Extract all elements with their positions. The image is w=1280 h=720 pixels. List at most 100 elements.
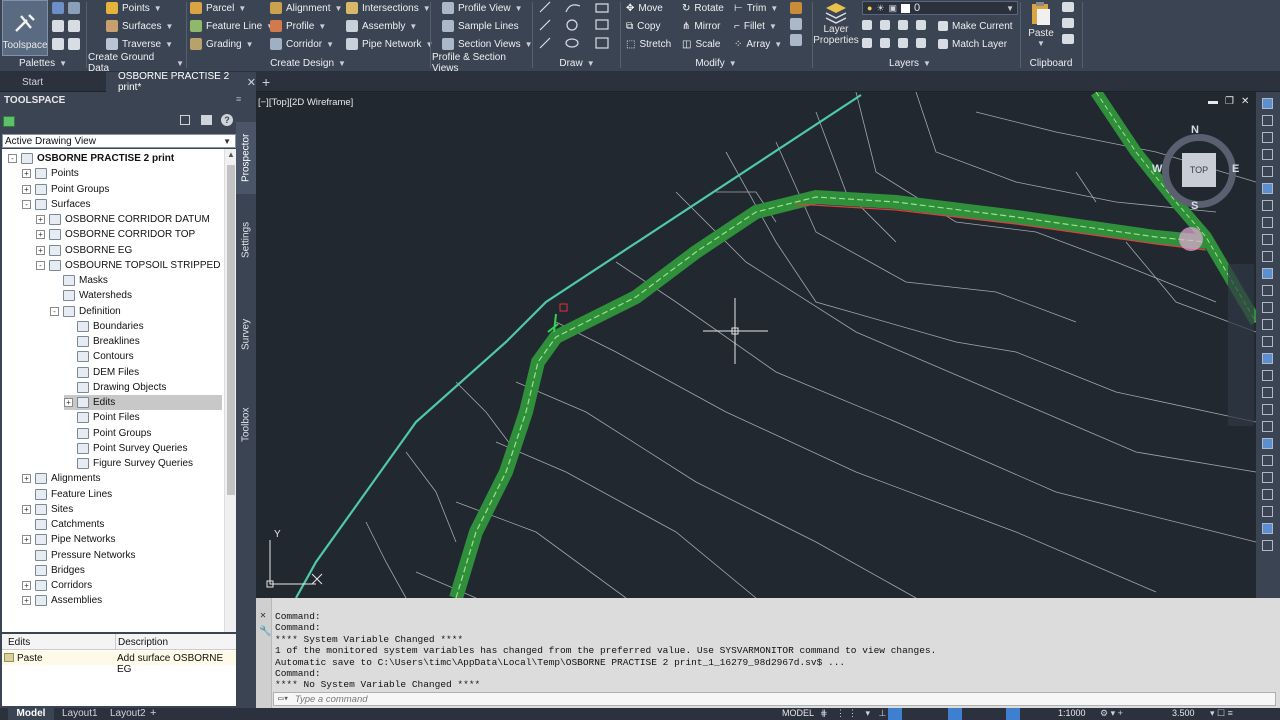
prospector-icon[interactable] xyxy=(3,116,15,127)
move-button[interactable]: ✥ Move xyxy=(626,0,663,16)
wrench-icon[interactable]: 🔧 xyxy=(259,626,271,638)
offset-icon[interactable] xyxy=(790,34,802,46)
tree-item[interactable]: Boundaries xyxy=(64,319,144,334)
navigation-bar[interactable] xyxy=(1228,264,1254,426)
tree-item[interactable]: + Alignments xyxy=(22,471,100,486)
layer-lock-icon[interactable] xyxy=(916,20,926,30)
column-header-description[interactable]: Description xyxy=(118,637,168,648)
compass-west[interactable]: W xyxy=(1152,163,1162,175)
close-icon[interactable]: ✕ xyxy=(247,76,256,89)
profile-view-button[interactable]: Profile View ▼ xyxy=(442,0,523,16)
tool-strip-icon[interactable] xyxy=(1262,523,1273,534)
create-ground-data-panel-label[interactable]: Create Ground Data ▼ xyxy=(88,52,184,74)
settings-icon[interactable] xyxy=(68,2,80,14)
intersections-button[interactable]: Intersections ▼ xyxy=(346,0,431,16)
drawing-canvas[interactable] xyxy=(256,92,1256,598)
tree-item[interactable]: + Pipe Networks xyxy=(22,532,115,547)
tool-strip-icon[interactable] xyxy=(1262,455,1273,466)
corridor-button[interactable]: Corridor ▼ xyxy=(270,36,334,52)
tool-strip-icon[interactable] xyxy=(1262,421,1273,432)
tree-item[interactable]: Masks xyxy=(50,273,108,288)
tab-settings[interactable]: Settings xyxy=(236,208,256,272)
close-icon[interactable]: ✕ xyxy=(1241,96,1249,107)
customize-icon[interactable]: ▾ ☐ ≡ xyxy=(1210,708,1233,719)
tool-strip-icon[interactable] xyxy=(1262,285,1273,296)
array-button[interactable]: ⁘ Array ▼ xyxy=(734,36,782,52)
tab-drawing[interactable]: OSBORNE PRACTISE 2 print* ✕ xyxy=(106,71,256,93)
trim-button[interactable]: ⊢ Trim ▼ xyxy=(734,0,778,16)
tool-strip-icon[interactable] xyxy=(1262,370,1273,381)
list-view-icon[interactable] xyxy=(201,115,212,125)
layer-properties-button[interactable]: Layer Properties xyxy=(813,0,859,54)
match-layer-button[interactable]: Match Layer xyxy=(938,36,1007,52)
explode-icon[interactable] xyxy=(790,18,802,30)
item-view-icon[interactable] xyxy=(180,115,190,125)
tree-item[interactable]: + OSBORNE CORRIDOR DATUM xyxy=(36,212,210,227)
tree-item[interactable]: DEM Files xyxy=(64,365,139,380)
tool-strip-icon[interactable] xyxy=(1262,183,1273,194)
palettes-panel-label[interactable]: Palettes ▼ xyxy=(2,56,84,70)
expand-icon[interactable]: + xyxy=(22,504,31,514)
tree-item[interactable]: Figure Survey Queries xyxy=(64,456,193,471)
stretch-button[interactable]: ⬚ Stretch xyxy=(626,36,671,52)
layer-dropdown[interactable]: ● ☀ ▣ 0 ▼ xyxy=(862,1,1018,15)
scale-button[interactable]: ◫ Scale xyxy=(682,36,720,52)
tool-strip-icon[interactable] xyxy=(1262,234,1273,245)
tree-item[interactable]: + OSBORNE CORRIDOR TOP xyxy=(36,227,195,242)
create-design-panel-label[interactable]: Create Design ▼ xyxy=(188,56,428,70)
tool-strip-icon[interactable] xyxy=(1262,115,1273,126)
draw-panel-label[interactable]: Draw ▼ xyxy=(534,56,620,70)
tab-survey[interactable]: Survey xyxy=(236,304,256,364)
traverse-button[interactable]: Traverse ▼ xyxy=(106,36,173,52)
section-views-button[interactable]: Section Views ▼ xyxy=(442,36,533,52)
tree-item[interactable]: Point Files xyxy=(64,410,140,425)
sample-lines-button[interactable]: Sample Lines xyxy=(442,18,519,34)
toolspace-button[interactable]: Toolspace xyxy=(2,0,48,56)
tree-item[interactable]: + Edits xyxy=(64,395,222,410)
tool-strip-icon[interactable] xyxy=(1262,132,1273,143)
view-select[interactable]: Active Drawing View ▼ xyxy=(2,134,236,148)
modify-panel-label[interactable]: Modify ▼ xyxy=(622,56,810,70)
copy-clip-icon[interactable] xyxy=(1064,18,1074,28)
layer-freeze-icon[interactable] xyxy=(898,20,908,30)
tree-item[interactable]: Point Survey Queries xyxy=(64,441,188,456)
new-tab-button[interactable]: + xyxy=(262,72,276,92)
gear-icon[interactable]: ⚙ ▾ + xyxy=(1100,708,1123,719)
viewcube-top-face[interactable]: TOP xyxy=(1182,153,1216,187)
help-icon[interactable]: ? xyxy=(221,114,233,126)
tool-strip-icon[interactable] xyxy=(1262,489,1273,500)
drawing-viewport[interactable]: Y [−][Top][2D Wireframe] ▬ ❐ ✕ TOP N S E W xyxy=(256,92,1256,598)
tool-strip-icon[interactable] xyxy=(1262,217,1273,228)
elevation-value[interactable]: 3.500 xyxy=(1172,708,1195,718)
tree-vertical-scrollbar[interactable]: ▲ ▼ xyxy=(224,149,236,679)
fillet-button[interactable]: ⌐ Fillet ▼ xyxy=(734,18,777,34)
annotation-scale[interactable]: 1:1000 xyxy=(1058,708,1086,718)
tree-item[interactable]: - OSBORNE PRACTISE 2 print xyxy=(8,151,174,166)
layer-unisolate-icon[interactable] xyxy=(880,38,890,48)
viewcube[interactable]: TOP N S E W xyxy=(1152,124,1244,216)
layer-isolate-icon[interactable] xyxy=(880,20,890,30)
compass-south[interactable]: S xyxy=(1191,200,1198,212)
tree-item[interactable]: + Point Groups xyxy=(22,182,109,197)
tree-item[interactable]: - Definition xyxy=(50,304,121,319)
expand-icon[interactable]: + xyxy=(36,215,45,224)
points-button[interactable]: Points ▼ xyxy=(106,0,162,16)
compass-north[interactable]: N xyxy=(1191,124,1199,136)
compass-east[interactable]: E xyxy=(1232,163,1239,175)
scrollbar-thumb[interactable] xyxy=(227,165,235,495)
paste-button[interactable]: Paste ▼ xyxy=(1024,0,1058,54)
tool-strip-icon[interactable] xyxy=(1262,438,1273,449)
tree-item[interactable]: + Sites xyxy=(22,502,73,517)
tree-item[interactable]: + OSBORNE EG xyxy=(36,243,132,258)
tool-strip-icon[interactable] xyxy=(1262,506,1273,517)
layer-unlock-icon[interactable] xyxy=(916,38,926,48)
grading-button[interactable]: Grading ▼ xyxy=(190,36,254,52)
tab-layout1[interactable]: Layout1 xyxy=(62,708,98,719)
layer-thaw-icon[interactable] xyxy=(898,38,908,48)
tree-item[interactable]: + Assemblies xyxy=(22,593,102,608)
expand-icon[interactable]: + xyxy=(64,398,73,407)
tool-strip-icon[interactable] xyxy=(1262,387,1273,398)
cut-icon[interactable] xyxy=(1064,2,1074,12)
layers-panel-label[interactable]: Layers ▼ xyxy=(814,56,1006,70)
erase-icon[interactable] xyxy=(790,2,802,14)
